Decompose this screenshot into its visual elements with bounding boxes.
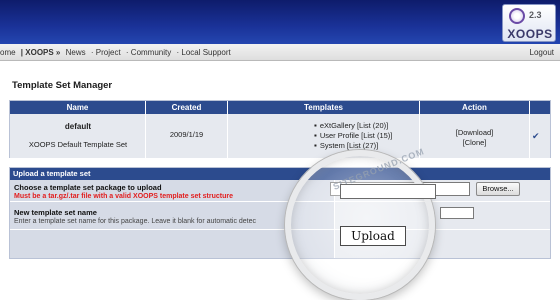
col-header-created: Created	[146, 101, 228, 114]
new-set-name-description: Enter a template set name for this packa…	[14, 218, 257, 225]
nav-item-home[interactable]: ome	[0, 48, 16, 57]
page-title: Template Set Manager	[12, 80, 113, 91]
cell-created: 2009/1/19	[146, 114, 228, 158]
file-format-warning: Must be a tar.gz/.tar file with a valid …	[14, 193, 234, 200]
template-set-name: default	[64, 122, 92, 131]
nav-item-news[interactable]: News	[66, 48, 86, 57]
cell-name: default XOOPS Default Template Set	[10, 114, 146, 158]
templates-list: eXtGallery [List (20)] User Profile [Lis…	[314, 121, 393, 151]
nav-bar: ome | XOOPS » News · Project · Community…	[0, 44, 560, 61]
logo-ring-icon	[509, 8, 525, 24]
download-link[interactable]: [Download]	[420, 128, 529, 137]
xoops-logo[interactable]: 2.3 XOOPS	[502, 4, 556, 42]
col-header-name: Name	[10, 101, 146, 114]
template-item-extgallery[interactable]: eXtGallery [List (20)]	[314, 121, 392, 131]
col-header-templates: Templates	[228, 101, 420, 114]
clone-link[interactable]: [Clone]	[420, 138, 529, 147]
template-set-description: XOOPS Default Template Set	[28, 140, 128, 149]
nav-item-local-support[interactable]: · Local Support	[176, 48, 230, 57]
nav-item-xoops[interactable]: | XOOPS »	[21, 48, 61, 57]
template-item-user-profile[interactable]: User Profile [List (15)]	[314, 131, 393, 141]
file-path-input-magnified[interactable]	[340, 184, 436, 199]
site-header: 2.3 XOOPS	[0, 0, 560, 44]
row-divider	[10, 201, 550, 202]
col-header-action: Action	[420, 101, 530, 114]
logout-link[interactable]: Logout	[530, 48, 554, 57]
choose-package-label: Choose a template set package to upload	[14, 183, 162, 192]
upload-section-header: Upload a template set	[10, 168, 550, 180]
logo-name: XOOPS	[507, 27, 553, 41]
nav-item-project[interactable]: · Project	[91, 48, 121, 57]
template-set-name-input[interactable]	[440, 207, 474, 219]
created-date: 2009/1/19	[169, 130, 204, 139]
template-set-table: Name Created Templates Action default XO…	[9, 100, 551, 158]
cell-action: [Download] [Clone]	[420, 114, 530, 158]
nav-item-community[interactable]: · Community	[126, 48, 171, 57]
logo-version: 2.3	[529, 10, 542, 20]
upload-button[interactable]: Upload	[340, 226, 406, 246]
new-set-name-label: New template set name	[14, 208, 97, 217]
browse-button[interactable]: Browse...	[476, 182, 520, 196]
row-divider	[10, 229, 550, 230]
cell-templates: eXtGallery [List (20)] User Profile [Lis…	[228, 114, 420, 158]
cell-check: ✔	[530, 114, 550, 158]
checkmark-icon[interactable]: ✔	[532, 131, 540, 142]
col-header-blank	[530, 101, 550, 114]
